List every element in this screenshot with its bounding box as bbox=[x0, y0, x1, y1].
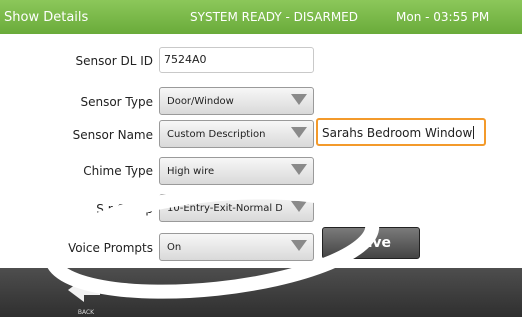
highlight-oval bbox=[44, 185, 380, 299]
